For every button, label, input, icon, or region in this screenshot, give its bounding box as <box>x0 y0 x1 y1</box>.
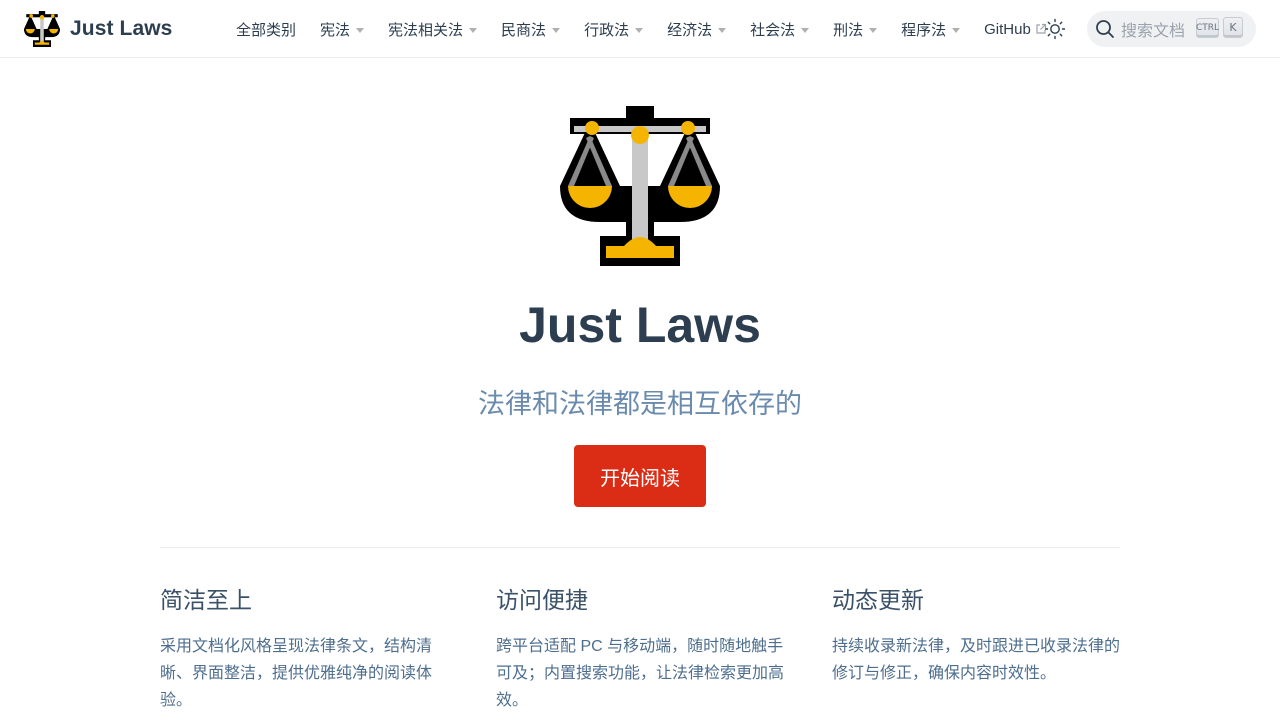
feature-title: 动态更新 <box>832 587 924 613</box>
nav-item-all-categories[interactable]: 全部类别 <box>236 19 296 40</box>
navbar: Just Laws 全部类别 宪法 宪法相关法 民商法 行政法 经济法 社会法 <box>0 0 1280 58</box>
nav-item-constitution-related[interactable]: 宪法相关法 <box>388 19 478 40</box>
caret-down-icon <box>469 27 478 33</box>
brand-title: Just Laws <box>70 17 173 40</box>
nav-item-label: 宪法 <box>320 21 351 39</box>
nav-item-social[interactable]: 社会法 <box>750 19 810 40</box>
nav-item-label: 民商法 <box>501 21 547 39</box>
nav-item-label: 程序法 <box>901 21 947 39</box>
caret-down-icon <box>952 27 961 33</box>
hero-title: Just Laws <box>519 297 761 353</box>
feature-card: 简洁至上 采用文档化风格呈现法律条文，结构清晰、界面整洁，提供优雅纯净的阅读体验… <box>160 585 450 714</box>
hero-tagline: 法律和法律都是相互依存的 <box>478 389 802 419</box>
theme-toggle-button[interactable] <box>1042 16 1068 42</box>
nav-item-civil-commercial[interactable]: 民商法 <box>501 19 561 40</box>
feature-title: 访问便捷 <box>496 587 588 613</box>
caret-down-icon <box>718 27 727 33</box>
start-reading-button[interactable]: 开始阅读 <box>574 445 706 507</box>
nav-item-label: 刑法 <box>833 21 864 39</box>
nav-menu: 全部类别 宪法 宪法相关法 民商法 行政法 经济法 社会法 刑法 程序法 Git… <box>236 0 1071 58</box>
caret-down-icon <box>869 27 878 33</box>
balance-scale-icon <box>24 11 60 47</box>
divider <box>160 547 1120 548</box>
feature-desc: 采用文档化风格呈现法律条文，结构清晰、界面整洁，提供优雅纯净的阅读体验。 <box>160 638 433 709</box>
nav-item-github[interactable]: GitHub <box>984 21 1047 38</box>
feature-desc: 持续收录新法律，及时跟进已收录法律的修订与修正，确保内容时效性。 <box>832 638 1121 682</box>
sun-icon <box>1044 18 1066 40</box>
caret-down-icon <box>635 27 644 33</box>
kbd-ctrl: CTRL <box>1196 18 1219 38</box>
nav-item-procedural[interactable]: 程序法 <box>901 19 961 40</box>
feature-card: 动态更新 持续收录新法律，及时跟进已收录法律的修订与修正，确保内容时效性。 <box>832 585 1124 687</box>
feature-title: 简洁至上 <box>160 587 252 613</box>
balance-scale-icon <box>560 106 720 266</box>
nav-item-economic[interactable]: 经济法 <box>667 19 727 40</box>
kbd-k: K <box>1223 17 1243 38</box>
feature-card: 访问便捷 跨平台适配 PC 与移动端，随时随地触手可及；内置搜索功能，让法律检索… <box>496 585 790 714</box>
nav-item-label: 社会法 <box>750 21 796 39</box>
feature-desc: 跨平台适配 PC 与移动端，随时随地触手可及；内置搜索功能，让法律检索更加高效。 <box>496 638 785 709</box>
search-placeholder: 搜索文档 <box>1121 23 1186 40</box>
nav-item-label: 宪法相关法 <box>388 21 464 39</box>
nav-item-constitution[interactable]: 宪法 <box>320 19 365 40</box>
caret-down-icon <box>552 27 561 33</box>
search-icon <box>1096 20 1114 38</box>
brand-link[interactable]: Just Laws <box>24 10 172 48</box>
search-input[interactable]: 搜索文档 CTRL K <box>1087 11 1256 47</box>
caret-down-icon <box>356 27 365 33</box>
nav-item-label: 行政法 <box>584 21 630 39</box>
nav-item-label: 经济法 <box>667 21 713 39</box>
caret-down-icon <box>801 27 810 33</box>
nav-item-label: 全部类别 <box>236 21 297 39</box>
github-link-label: GitHub <box>984 20 1031 38</box>
nav-item-administrative[interactable]: 行政法 <box>584 19 644 40</box>
nav-item-criminal[interactable]: 刑法 <box>833 19 878 40</box>
